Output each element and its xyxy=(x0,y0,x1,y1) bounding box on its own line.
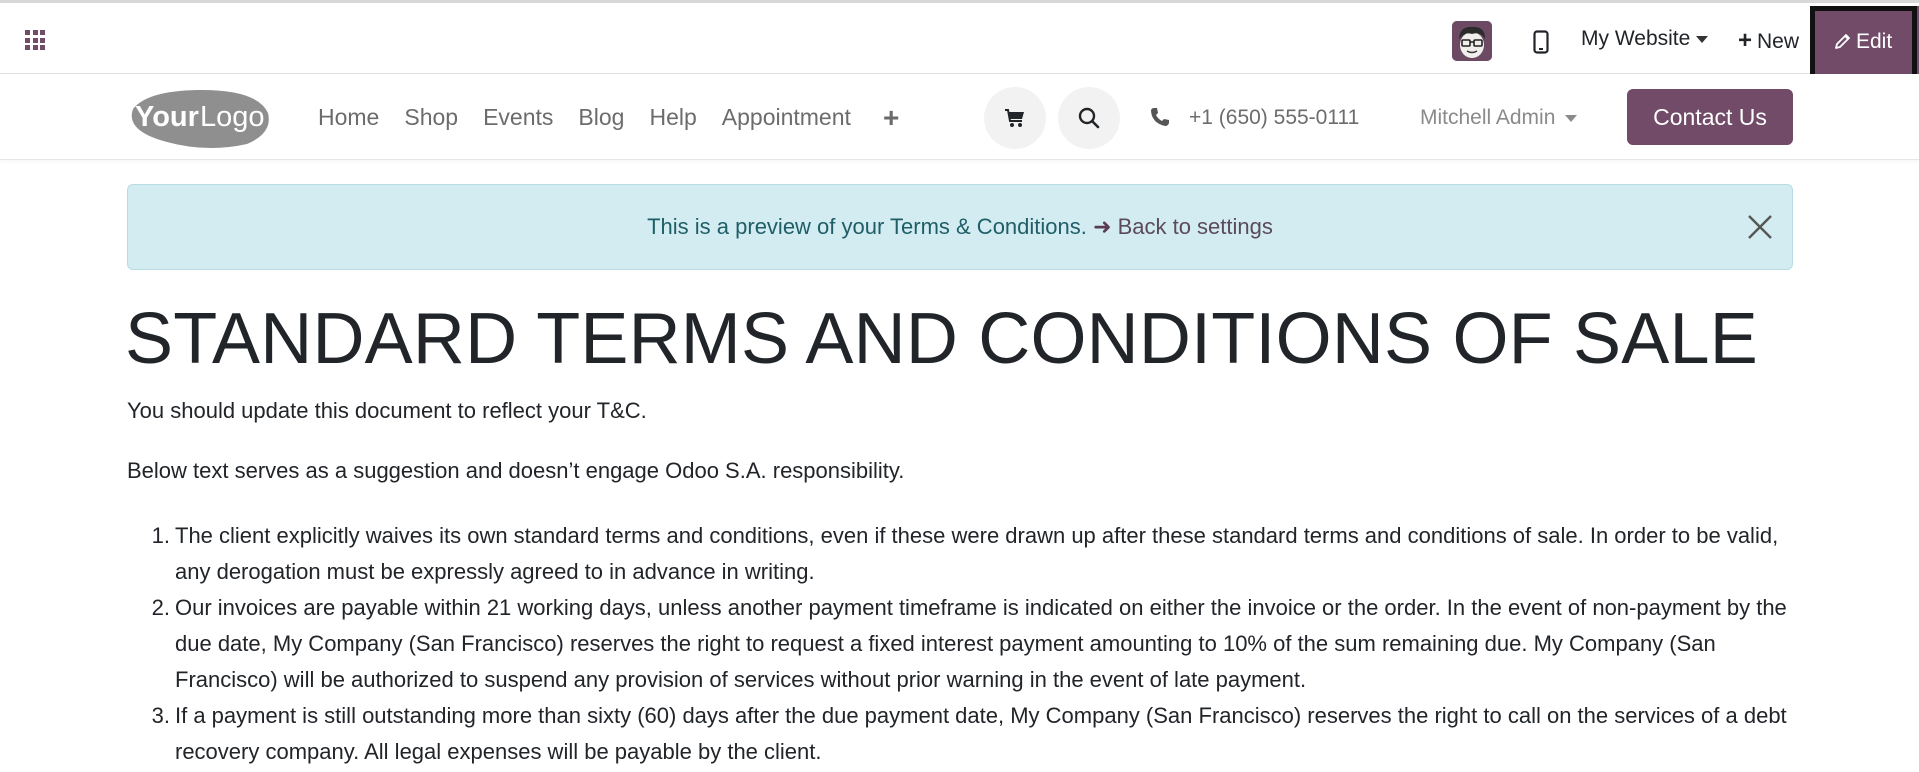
terms-item-text: Our invoices are payable within 21 worki… xyxy=(175,595,1787,692)
nav-item-blog[interactable]: Blog xyxy=(578,104,624,131)
terms-list-item: 2. Our invoices are payable within 21 wo… xyxy=(127,590,1793,698)
logo-text-light: Logo xyxy=(200,101,265,133)
terms-list-item: 1. The client explicitly waives its own … xyxy=(127,518,1793,590)
new-content-button[interactable]: + New xyxy=(1738,27,1799,55)
website-header: Your Logo Home Shop Events Blog Help App… xyxy=(0,74,1919,160)
caret-down-icon xyxy=(1696,35,1709,43)
nav-item-shop[interactable]: Shop xyxy=(404,104,458,131)
terms-item-text: The client explicitly waives its own sta… xyxy=(175,523,1779,584)
intro-paragraph-2: Below text serves as a suggestion and do… xyxy=(127,458,905,483)
terms-item-number: 3. xyxy=(151,703,170,728)
search-button[interactable] xyxy=(1058,87,1120,149)
phone-icon xyxy=(1151,108,1169,126)
phone-number-link[interactable]: +1 (650) 555-0111 xyxy=(1189,106,1359,130)
plus-icon: + xyxy=(1738,27,1753,54)
edit-button-label: Edit xyxy=(1856,30,1893,53)
nav-item-home[interactable]: Home xyxy=(318,104,379,131)
apps-grid-icon[interactable] xyxy=(25,30,45,50)
nav-item-help[interactable]: Help xyxy=(649,104,696,131)
terms-list: 1. The client explicitly waives its own … xyxy=(127,518,1793,770)
mobile-preview-icon[interactable] xyxy=(1533,30,1549,54)
terms-item-number: 2. xyxy=(151,595,170,620)
search-icon xyxy=(1078,107,1100,129)
website-switcher-dropdown[interactable]: My Website xyxy=(1581,27,1709,51)
avatar-face-icon xyxy=(1452,21,1492,61)
terms-item-text: If a payment is still outstanding more t… xyxy=(175,703,1787,764)
back-to-settings-link[interactable]: ➜ Back to settings xyxy=(1093,214,1273,239)
alert-message-row: This is a preview of your Terms & Condit… xyxy=(128,214,1792,240)
add-menu-item-plus-icon[interactable]: + xyxy=(883,102,899,134)
edit-button[interactable]: Edit xyxy=(1812,6,1919,77)
user-menu-dropdown[interactable]: Mitchell Admin xyxy=(1420,106,1578,130)
page-title: STANDARD TERMS AND CONDITIONS OF SALE xyxy=(125,299,1758,379)
preview-alert: This is a preview of your Terms & Condit… xyxy=(127,184,1793,270)
logo-text-bold: Your xyxy=(135,101,199,133)
mobile-phone-icon xyxy=(1533,30,1549,54)
website-switcher-label: My Website xyxy=(1581,27,1691,50)
nav-item-appointment[interactable]: Appointment xyxy=(722,104,851,131)
new-button-label: New xyxy=(1757,30,1800,53)
terms-item-number: 1. xyxy=(151,523,170,548)
terms-list-item: 3. If a payment is still outstanding mor… xyxy=(127,698,1793,770)
logo-icon: Your Logo xyxy=(131,89,269,149)
back-to-settings-label: Back to settings xyxy=(1117,214,1273,239)
cart-button[interactable] xyxy=(984,87,1046,149)
close-icon xyxy=(1748,215,1772,239)
main-nav: Home Shop Events Blog Help Appointment xyxy=(318,104,876,131)
shopping-cart-icon xyxy=(1005,109,1024,127)
site-logo[interactable]: Your Logo xyxy=(127,87,271,149)
user-name: Mitchell Admin xyxy=(1420,106,1556,129)
contact-us-button[interactable]: Contact Us xyxy=(1627,89,1793,145)
pencil-icon xyxy=(1835,34,1850,49)
alert-message: This is a preview of your Terms & Condit… xyxy=(647,214,1087,239)
nav-item-events[interactable]: Events xyxy=(483,104,553,131)
user-avatar[interactable] xyxy=(1452,21,1492,61)
arrow-right-icon: ➜ xyxy=(1093,214,1112,239)
intro-paragraph-1: You should update this document to refle… xyxy=(127,398,647,423)
admin-top-bar: My Website + New Edit xyxy=(0,0,1919,79)
caret-down-icon xyxy=(1565,114,1578,122)
close-alert-button[interactable] xyxy=(1745,212,1775,242)
